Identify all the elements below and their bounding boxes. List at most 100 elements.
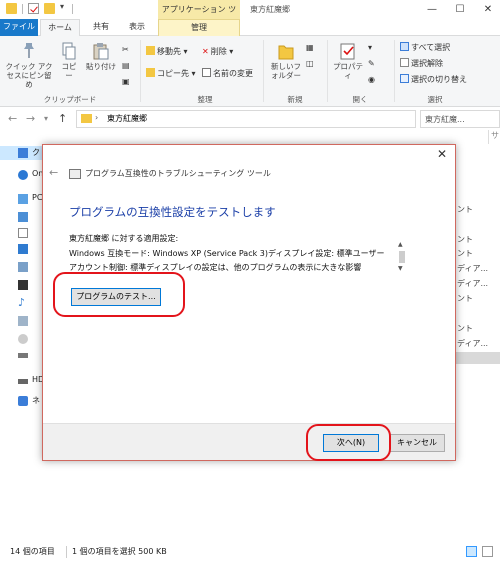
- pin-quick-access-label: クイック アクセスにピン留め: [5, 62, 53, 89]
- nav-item-network[interactable]: ネ: [0, 394, 45, 408]
- documents-icon: [18, 228, 28, 238]
- easy-access-icon[interactable]: ◫: [306, 58, 314, 70]
- file-type-cell: ント: [457, 324, 473, 333]
- nav-item[interactable]: [0, 332, 45, 346]
- divider: [327, 40, 328, 102]
- dialog-app-title: プログラム互換性のトラブルシューティング ツール: [85, 169, 271, 178]
- properties-check-icon[interactable]: [28, 3, 39, 14]
- disc-icon: [18, 334, 28, 344]
- invert-selection-button[interactable]: 選択の切り替え: [400, 74, 467, 86]
- group-clipboard-label: クリップボード: [43, 95, 97, 104]
- large-icons-view-icon[interactable]: [482, 546, 493, 557]
- tab-file[interactable]: ファイル: [0, 19, 38, 36]
- open-icon[interactable]: ▾: [368, 42, 372, 54]
- monitor-icon: [18, 194, 28, 204]
- paste-icon: [93, 42, 109, 60]
- nav-item-label: PC: [32, 193, 43, 202]
- nav-item-pc[interactable]: PC: [0, 192, 45, 206]
- nav-item[interactable]: [0, 210, 45, 224]
- cancel-button[interactable]: キャンセル: [389, 434, 445, 452]
- address-path: 東方紅魔郷: [107, 114, 147, 123]
- nav-item[interactable]: [0, 278, 45, 292]
- copy-path-icon[interactable]: ▤: [122, 60, 130, 72]
- new-folder-button[interactable]: 新しいフォルダー: [268, 42, 304, 80]
- file-type-cell: ント: [457, 235, 473, 244]
- cut-icon[interactable]: ✂: [122, 44, 129, 56]
- copy-button[interactable]: コピー: [58, 42, 80, 80]
- delete-icon: ✕: [202, 47, 209, 56]
- search-input[interactable]: 東方紅魔...: [420, 110, 500, 128]
- divider: [72, 4, 73, 14]
- new-item-icon[interactable]: ▦: [306, 42, 314, 54]
- copy-to-button[interactable]: コピー先 ▾: [146, 68, 196, 80]
- pin-quick-access-button[interactable]: クイック アクセスにピン留め: [4, 42, 54, 89]
- navigation-bar: ← → ▾ ↑ › 東方紅魔郷 東方紅魔...: [0, 108, 500, 130]
- dialog-heading: プログラムの互換性設定をテストします: [69, 205, 276, 219]
- nav-item[interactable]: [0, 226, 45, 240]
- pin-icon: [22, 42, 36, 60]
- back-icon[interactable]: ←: [8, 112, 17, 125]
- nav-item-quick-access[interactable]: ク: [0, 146, 45, 160]
- nav-item-label: ネ: [32, 396, 40, 405]
- copy-icon: [62, 42, 76, 60]
- select-none-label: 選択解除: [411, 59, 443, 68]
- properties-button[interactable]: プロパティ: [330, 42, 366, 80]
- new-folder-quick-icon[interactable]: [44, 3, 55, 14]
- paste-shortcut-icon[interactable]: ▣: [122, 76, 130, 88]
- nav-item[interactable]: [0, 260, 45, 274]
- troubleshooter-icon: [69, 169, 81, 179]
- nav-item[interactable]: [0, 348, 45, 362]
- nav-item[interactable]: [0, 242, 45, 256]
- nav-item[interactable]: [0, 314, 45, 328]
- copy-to-icon: [146, 68, 155, 77]
- minimize-icon[interactable]: —: [420, 0, 444, 19]
- edit-icon[interactable]: ✎: [368, 58, 375, 70]
- hard-drive-icon: [18, 379, 28, 384]
- nav-item[interactable]: ♪: [0, 296, 45, 310]
- highlight-oval-test-button: [53, 272, 185, 317]
- tab-view[interactable]: 表示: [120, 19, 154, 36]
- group-select-label: 選択: [427, 95, 443, 104]
- details-view-icon[interactable]: [466, 546, 477, 557]
- selected-row-highlight[interactable]: [455, 352, 500, 364]
- delete-button[interactable]: ✕ 削除 ▾: [202, 46, 233, 58]
- ribbon-tabs: ファイル ホーム 共有 表示 管理: [0, 19, 500, 37]
- move-to-button[interactable]: 移動先 ▾: [146, 46, 188, 58]
- close-icon[interactable]: ✕: [435, 147, 449, 161]
- contextual-tab-title: アプリケーション ツール: [158, 0, 240, 33]
- tab-share[interactable]: 共有: [84, 19, 118, 36]
- scroll-down-icon[interactable]: ▼: [398, 265, 403, 272]
- rename-button[interactable]: 名前の変更: [202, 68, 253, 80]
- settings-scrollbar[interactable]: ▲ ▼: [397, 241, 407, 275]
- history-icon[interactable]: ◉: [368, 74, 375, 86]
- copy-label: コピー: [61, 62, 77, 80]
- forward-icon[interactable]: →: [26, 112, 35, 125]
- breadcrumb-chevron-icon[interactable]: ›: [95, 113, 98, 122]
- nav-item-hdd[interactable]: HD: [0, 374, 45, 388]
- paste-label: 貼り付け: [86, 62, 116, 71]
- dialog-footer: 次へ(N) キャンセル: [43, 423, 455, 460]
- invert-selection-icon: [400, 74, 409, 83]
- folder-icon: [6, 3, 17, 14]
- scroll-up-icon[interactable]: ▲: [398, 241, 403, 248]
- address-bar[interactable]: › 東方紅魔郷: [76, 110, 416, 128]
- scroll-thumb[interactable]: [399, 251, 405, 263]
- column-header-size[interactable]: サ: [491, 130, 499, 141]
- invert-selection-label: 選択の切り替え: [411, 75, 467, 84]
- customize-quick-access-icon[interactable]: ▾: [60, 2, 64, 11]
- select-none-icon: [400, 58, 409, 67]
- move-to-icon: [146, 46, 155, 55]
- tab-home[interactable]: ホーム: [40, 19, 80, 37]
- recent-locations-icon[interactable]: ▾: [44, 114, 48, 123]
- close-window-icon[interactable]: ✕: [476, 0, 500, 19]
- tab-manage[interactable]: 管理: [158, 19, 240, 36]
- paste-button[interactable]: 貼り付け: [84, 42, 118, 71]
- file-type-cell: ディア...: [457, 264, 489, 273]
- applied-settings-box: 東方紅魔郷 に対する適用設定: Windows 互換モード: Windows X…: [69, 233, 411, 275]
- select-all-button[interactable]: すべて選択: [400, 42, 450, 54]
- nav-item-onedrive[interactable]: On: [0, 168, 45, 182]
- up-icon[interactable]: ↑: [58, 112, 67, 125]
- maximize-icon[interactable]: ☐: [448, 0, 472, 19]
- back-icon[interactable]: ←: [49, 166, 58, 179]
- select-none-button[interactable]: 選択解除: [400, 58, 443, 70]
